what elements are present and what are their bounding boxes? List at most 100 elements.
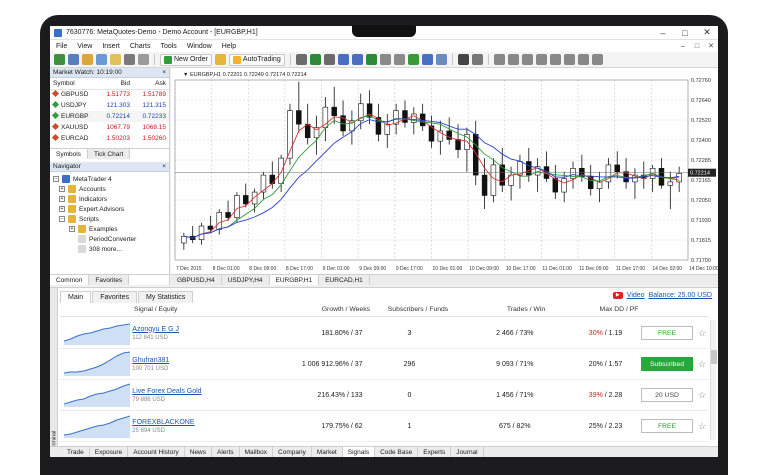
close-button[interactable]: ✕ [696, 27, 718, 38]
tab-news[interactable]: News [185, 447, 213, 457]
expand-icon[interactable]: + [69, 226, 75, 232]
bar-chart-icon[interactable] [295, 54, 307, 65]
subscribed-button[interactable]: Subscribed [641, 357, 694, 371]
tree-item-experts[interactable]: + Expert Advisors [53, 204, 166, 214]
tab-trade[interactable]: Trade [62, 447, 90, 457]
maximize-button[interactable]: □ [674, 28, 696, 38]
tab-symbols[interactable]: Symbols [50, 149, 88, 159]
minimize-button[interactable]: – [652, 28, 674, 38]
menu-tools[interactable]: Tools [160, 43, 176, 50]
tab-eurcad-h1[interactable]: EURCAD,H1 [319, 275, 370, 285]
new-order-button[interactable]: New Order [160, 53, 212, 66]
tab-journal[interactable]: Journal [451, 447, 484, 457]
channel-icon[interactable] [535, 54, 547, 65]
price-chart[interactable]: 0.72760 0.72640 0.72520 0.72400 0.72285 0.721… [171, 68, 718, 274]
tree-root[interactable]: − MetaTrader 4 [53, 174, 166, 184]
tab-company[interactable]: Company [273, 447, 312, 457]
strategy-tester-icon[interactable] [138, 54, 149, 65]
tree-item-accounts[interactable]: + Accounts [53, 184, 166, 194]
menu-help[interactable]: Help [222, 43, 236, 50]
market-watch-close-icon[interactable]: × [162, 69, 166, 76]
tree-item-indicators[interactable]: + Indicators [53, 194, 166, 204]
indicators-icon[interactable] [407, 54, 419, 65]
tab-eurgbp-h1[interactable]: EURGBP,H1 [269, 275, 320, 285]
navigator-close-icon[interactable]: × [162, 163, 166, 170]
expand-icon[interactable]: + [59, 196, 65, 202]
cursor-icon[interactable] [457, 54, 469, 65]
crosshair-icon[interactable] [471, 54, 483, 65]
tree-item-scripts[interactable]: − Scripts [53, 214, 166, 224]
subscribe-button[interactable]: FREE [641, 326, 694, 340]
video-play-icon[interactable]: ▶ [612, 292, 623, 299]
signal-name-link[interactable]: Azongyu E G J [132, 326, 245, 333]
tab-mailbox[interactable]: Mailbox [240, 447, 274, 457]
tab-code-base[interactable]: Code Base [375, 447, 419, 457]
tab-account-history[interactable]: Account History [128, 447, 185, 457]
tree-item-periodconverter[interactable]: PeriodConverter [53, 234, 166, 244]
label-icon[interactable] [577, 54, 589, 65]
table-row[interactable]: USDJPY 121.303 121.315 [50, 100, 169, 111]
table-row[interactable]: EURGBP 0.72214 0.72233 [50, 111, 169, 122]
terminal-icon[interactable] [124, 54, 135, 65]
tree-item-examples[interactable]: + Examples [53, 224, 166, 234]
column-bid[interactable]: Bid [96, 78, 133, 90]
star-icon[interactable]: ☆ [696, 359, 708, 370]
collapse-icon[interactable]: − [53, 176, 59, 182]
balance-link[interactable]: Balance: 25.00 USD [649, 292, 712, 299]
scroll-thumb[interactable] [711, 350, 717, 364]
menu-window[interactable]: Window [187, 43, 212, 50]
chart-window[interactable]: 0.72760 0.72640 0.72520 0.72400 0.72285 0.721… [171, 68, 718, 285]
table-row[interactable]: EURCAD 1.50203 1.50260 [50, 133, 169, 144]
tab-market[interactable]: Market [312, 447, 343, 457]
arrows-icon[interactable] [591, 54, 603, 65]
tab-usdjpy-h4[interactable]: USDJPY,H4 [222, 275, 270, 285]
signal-name-link[interactable]: Ghufran381 [132, 357, 245, 364]
tab-main[interactable]: Main [60, 291, 92, 303]
tab-exposure[interactable]: Exposure [90, 447, 129, 457]
new-chart-icon[interactable] [54, 54, 65, 65]
tree-item-more[interactable]: 308 more... [53, 244, 166, 254]
video-link[interactable]: Video [627, 292, 645, 299]
tab-favorites[interactable]: Favorites [89, 275, 130, 285]
signal-name-link[interactable]: FOREXBLACKONE [132, 419, 245, 426]
zoom-in-icon[interactable] [337, 54, 349, 65]
expand-icon[interactable]: + [59, 206, 65, 212]
chart-minimize-button[interactable]: – [676, 43, 690, 50]
menu-charts[interactable]: Charts [130, 43, 151, 50]
signal-name-link[interactable]: Live Forex Deals Gold [132, 388, 245, 395]
candlestick-icon[interactable] [309, 54, 321, 65]
line-chart-icon[interactable] [323, 54, 335, 65]
subscribe-button[interactable]: FREE [641, 419, 694, 433]
menu-insert[interactable]: Insert [102, 43, 120, 50]
star-icon[interactable]: ☆ [696, 421, 708, 432]
text-icon[interactable] [563, 54, 575, 65]
horizontal-line-icon[interactable] [507, 54, 519, 65]
market-watch-icon[interactable] [82, 54, 93, 65]
star-icon[interactable]: ☆ [696, 390, 708, 401]
tab-gbpusd-h4[interactable]: GBPUSD,H4 [171, 275, 222, 285]
tab-common[interactable]: Common [50, 275, 90, 285]
collapse-icon[interactable]: − [59, 216, 65, 222]
price-button[interactable]: 20 USD [641, 388, 694, 402]
fibonacci-icon[interactable] [549, 54, 561, 65]
auto-scroll-icon[interactable] [379, 54, 391, 65]
chart-close-button[interactable]: ✕ [704, 42, 718, 50]
table-row[interactable]: GBPUSD 1.51773 1.51789 [50, 89, 169, 100]
tab-signal-favorites[interactable]: Favorites [92, 291, 137, 303]
tab-tick-chart[interactable]: Tick Chart [87, 149, 131, 159]
autotrading-button[interactable]: AutoTrading [228, 53, 285, 66]
list-item[interactable]: FOREXBLACKONE 25 894 USD 179.75% / 62 1 6… [60, 411, 708, 442]
list-item[interactable]: Azongyu E G J 112 841 USD 181.80% / 37 3 … [60, 318, 708, 349]
tab-signals[interactable]: Signals [342, 447, 376, 457]
navigator-icon[interactable] [110, 54, 121, 65]
data-window-icon[interactable] [96, 54, 107, 65]
table-row[interactable]: XAUUSD 1067.79 1068.15 [50, 122, 169, 133]
signals-scrollbar[interactable] [710, 320, 717, 440]
templates-icon[interactable] [435, 54, 447, 65]
tile-windows-icon[interactable] [365, 54, 377, 65]
list-item[interactable]: Live Forex Deals Gold 79 886 USD 216.43% … [60, 380, 708, 411]
tab-my-statistics[interactable]: My Statistics [137, 291, 194, 303]
menu-file[interactable]: File [56, 43, 67, 50]
profiles-icon[interactable] [68, 54, 79, 65]
chart-restore-button[interactable]: □ [690, 43, 704, 50]
